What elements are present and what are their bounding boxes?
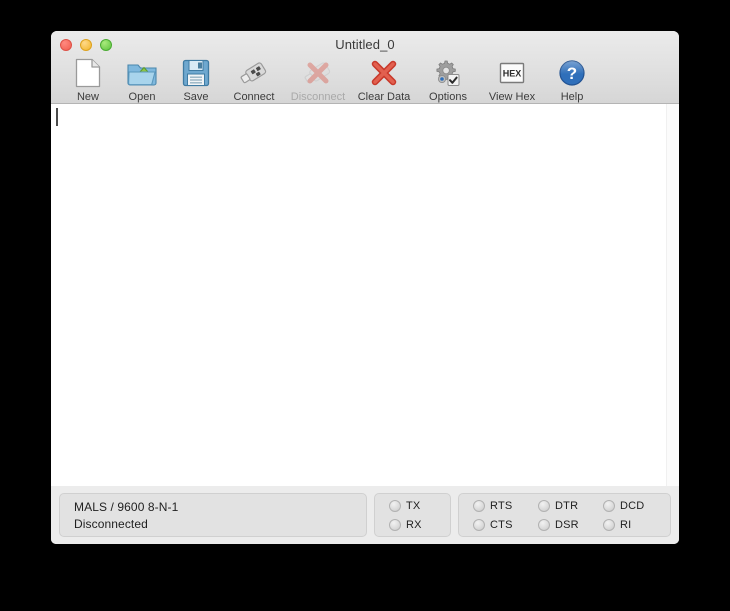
text-caret [56,108,58,126]
led-indicator-cts: CTS [473,517,526,532]
gears-icon [431,57,465,89]
connection-status-panel: MALS / 9600 8-N-1 Disconnected [59,493,367,537]
toolbar-label-connect: Connect [233,91,275,103]
toolbar-button-help[interactable]: ? Help [545,55,599,104]
toolbar-button-connect[interactable]: Connect [223,55,285,104]
led-indicator-dcd: DCD [603,498,656,513]
status-bar: MALS / 9600 8-N-1 Disconnected TX RX RTS… [51,486,679,544]
data-led-panel: TX RX [374,493,451,537]
port-settings-text: MALS / 9600 8-N-1 [74,500,179,514]
red-x-bold-icon [367,57,401,89]
toolbar-label-save: Save [183,91,209,103]
toolbar-button-view-hex[interactable]: HEX View Hex [479,55,545,104]
window-titlebar: Untitled_0 New Open Save Connect Disconn… [51,31,679,104]
hex-box-icon: HEX [495,57,529,89]
led-label-dsr: DSR [555,518,579,531]
led-column-dtr-dsr: DTR DSR [532,498,597,532]
led-indicator-ri: RI [603,517,656,532]
led-label-rts: RTS [490,499,513,512]
serial-terminal-window: Untitled_0 New Open Save Connect Disconn… [51,31,679,544]
led-lamp-dtr-icon [538,499,550,512]
led-indicator-dsr: DSR [538,517,591,532]
connection-state-text: Disconnected [74,517,148,531]
led-label-rx: RX [406,518,422,531]
led-label-dtr: DTR [555,499,579,512]
toolbar-button-new[interactable]: New [61,55,115,104]
led-lamp-tx-icon [389,499,401,512]
led-indicator-rts: RTS [473,498,526,513]
led-column-rts-cts: RTS CTS [467,498,532,532]
modem-signal-led-panel: RTS CTS DTR DSR DCD RI [458,493,671,537]
usb-plug-icon [237,57,271,89]
led-lamp-cts-icon [473,518,485,531]
question-mark-icon: ? [555,57,589,89]
led-indicator-rx: RX [389,517,436,532]
toolbar-button-save[interactable]: Save [169,55,223,104]
led-label-ri: RI [620,518,632,531]
toolbar-label-view-hex: View Hex [488,91,536,103]
toolbar: New Open Save Connect Disconnect Clear D… [51,55,599,104]
terminal-output-area[interactable] [51,104,679,486]
toolbar-label-help: Help [560,91,584,103]
led-lamp-dcd-icon [603,499,615,512]
toolbar-label-clear-data: Clear Data [357,91,411,103]
led-label-tx: TX [406,499,421,512]
svg-text:?: ? [567,64,577,83]
toolbar-label-disconnect: Disconnect [290,91,346,103]
toolbar-label-open: Open [128,91,156,103]
led-lamp-dsr-icon [538,518,550,531]
toolbar-button-options[interactable]: Options [417,55,479,104]
floppy-disk-icon [179,57,213,89]
led-label-cts: CTS [490,518,513,531]
toolbar-button-open[interactable]: Open [115,55,169,104]
window-title: Untitled_0 [335,37,395,52]
open-folder-icon [125,57,159,89]
toolbar-button-clear-data[interactable]: Clear Data [351,55,417,104]
vertical-scrollbar[interactable] [666,104,679,486]
led-column-data: TX RX [383,498,442,532]
new-document-icon [71,57,105,89]
red-x-icon [301,57,335,89]
led-lamp-rts-icon [473,499,485,512]
desktop-background: Untitled_0 New Open Save Connect Disconn… [0,0,730,611]
led-indicator-tx: TX [389,498,436,513]
led-lamp-rx-icon [389,518,401,531]
led-indicator-dtr: DTR [538,498,591,513]
toolbar-button-disconnect[interactable]: Disconnect [285,55,351,104]
led-label-dcd: DCD [620,499,645,512]
svg-text:HEX: HEX [503,69,522,79]
led-lamp-ri-icon [603,518,615,531]
toolbar-label-new: New [76,91,99,103]
toolbar-label-options: Options [429,91,467,103]
led-column-dcd-ri: DCD RI [597,498,662,532]
